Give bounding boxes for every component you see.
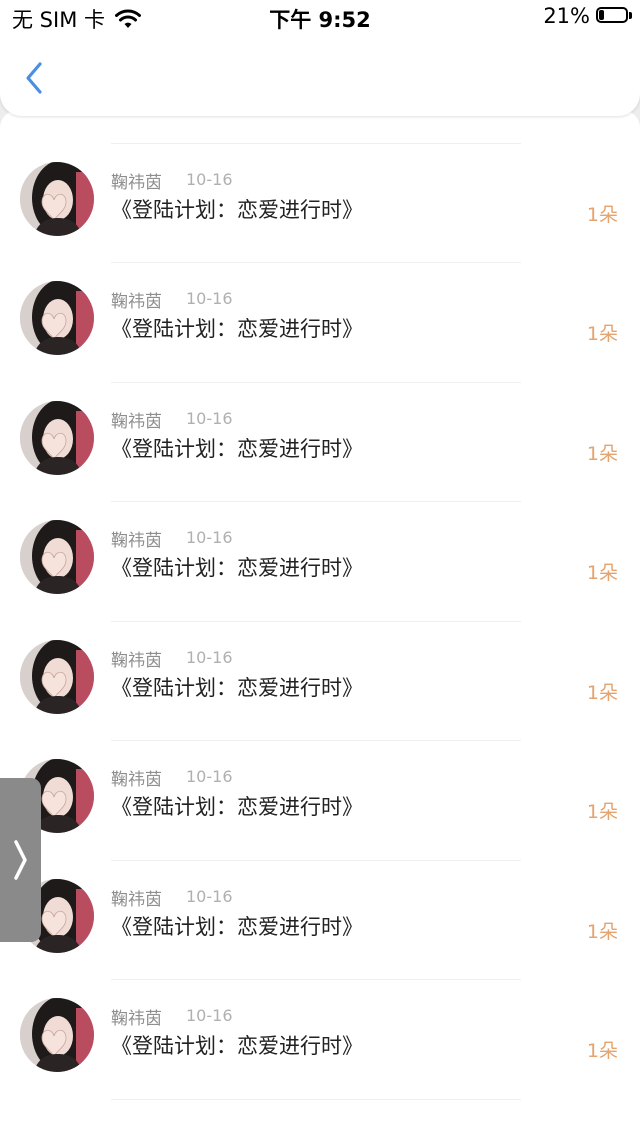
- book-title: 《登陆计划：恋爱进行时》: [111, 556, 363, 580]
- back-button[interactable]: [18, 56, 52, 100]
- avatar[interactable]: [20, 520, 94, 594]
- chevron-left-icon: [26, 62, 42, 94]
- status-bar: 无 SIM 卡 下午 9:52 21%: [0, 0, 640, 36]
- gift-count: 1朵: [586, 801, 618, 823]
- book-title: 《登陆计划：恋爱进行时》: [111, 795, 363, 819]
- gift-count: 1朵: [586, 920, 618, 943]
- list-item[interactable]: 鞠祎茵 10-16 《登陆计划：恋爱进行时》 1朵: [0, 144, 640, 263]
- gift-count: 1朵: [586, 681, 618, 704]
- sender-name: 鞠祎茵: [111, 889, 162, 910]
- side-drawer-handle[interactable]: [0, 778, 41, 942]
- send-date: 10-16: [186, 647, 233, 667]
- battery-status: 21%: [543, 4, 632, 28]
- list-item[interactable]: 鞠祎茵 10-16 《登陆计划：恋爱进行时》 1朵: [0, 502, 640, 622]
- list-item[interactable]: 鞠祎茵 10-16 《登陆计划：恋爱进行时》 1朵: [0, 383, 640, 502]
- sender-name: 鞠祎茵: [111, 172, 162, 193]
- page: 无 SIM 卡 下午 9:52 21% 鞠祎茵 10-16 《登陆计划：恋爱进行…: [0, 0, 640, 1138]
- divider: [111, 1098, 521, 1100]
- list-item[interactable]: 鞠祎茵 10-16 《登陆计划：恋爱进行时》 1朵: [0, 263, 640, 383]
- gift-count: 1朵: [586, 1040, 618, 1062]
- list-item[interactable]: 鞠祎茵 10-16 《登陆计划：恋爱进行时》 1朵: [0, 980, 640, 1100]
- send-date: 10-16: [186, 289, 233, 308]
- send-date: 10-16: [186, 1006, 233, 1025]
- avatar-photo: [20, 161, 94, 236]
- battery-percent: 21%: [543, 4, 590, 28]
- gift-count: 1朵: [586, 442, 618, 465]
- sender-name: 鞠祎茵: [111, 292, 162, 312]
- send-date: 10-16: [186, 886, 233, 906]
- list-item[interactable]: 鞠祎茵 10-16 《登陆计划：恋爱进行时》 1朵: [0, 622, 640, 741]
- nav-bar: [0, 36, 640, 116]
- book-title: 《登陆计划：恋爱进行时》: [111, 914, 363, 939]
- avatar-photo: [20, 639, 94, 714]
- avatar-photo: [20, 281, 94, 355]
- sender-name: 鞠祎茵: [111, 770, 162, 790]
- sender-name: 鞠祎茵: [111, 411, 162, 432]
- gift-count: 1朵: [586, 562, 618, 584]
- gift-list: 《登陆计划：恋爱进行时》 1朵 鞠祎茵 10-16 《登陆计划：恋爱进行时》 1…: [0, 110, 640, 1138]
- book-title: 《登陆计划：恋爱进行时》: [111, 317, 363, 341]
- sender-name: 鞠祎茵: [111, 531, 162, 551]
- send-date: 10-16: [186, 767, 233, 786]
- avatar[interactable]: [20, 639, 94, 714]
- list-container: 《登陆计划：恋爱进行时》 1朵 鞠祎茵 10-16 《登陆计划：恋爱进行时》 1…: [0, 110, 640, 1100]
- book-title: 《登陆计划：恋爱进行时》: [111, 675, 363, 700]
- avatar[interactable]: [20, 281, 94, 355]
- gift-count: 1朵: [586, 323, 618, 345]
- chevron-right-icon: [14, 840, 27, 880]
- list-item[interactable]: 鞠祎茵 10-16 《登陆计划：恋爱进行时》 1朵: [0, 741, 640, 861]
- book-title: 《登陆计划：恋爱进行时》: [111, 197, 363, 222]
- send-date: 10-16: [186, 169, 233, 189]
- sender-name: 鞠祎茵: [111, 650, 162, 671]
- avatar-photo: [20, 998, 94, 1072]
- book-title: 《登陆计划：恋爱进行时》: [111, 436, 363, 461]
- list-item[interactable]: 鞠祎茵 10-16 《登陆计划：恋爱进行时》 1朵: [0, 861, 640, 980]
- send-date: 10-16: [186, 528, 233, 547]
- avatar-photo: [20, 400, 94, 475]
- avatar[interactable]: [20, 998, 94, 1072]
- send-date: 10-16: [186, 408, 233, 428]
- battery-icon: [596, 7, 632, 25]
- avatar[interactable]: [20, 161, 94, 236]
- avatar-photo: [20, 520, 94, 594]
- sender-name: 鞠祎茵: [111, 1009, 162, 1029]
- avatar[interactable]: [20, 400, 94, 475]
- book-title: 《登陆计划：恋爱进行时》: [111, 1034, 363, 1058]
- gift-count: 1朵: [586, 203, 618, 226]
